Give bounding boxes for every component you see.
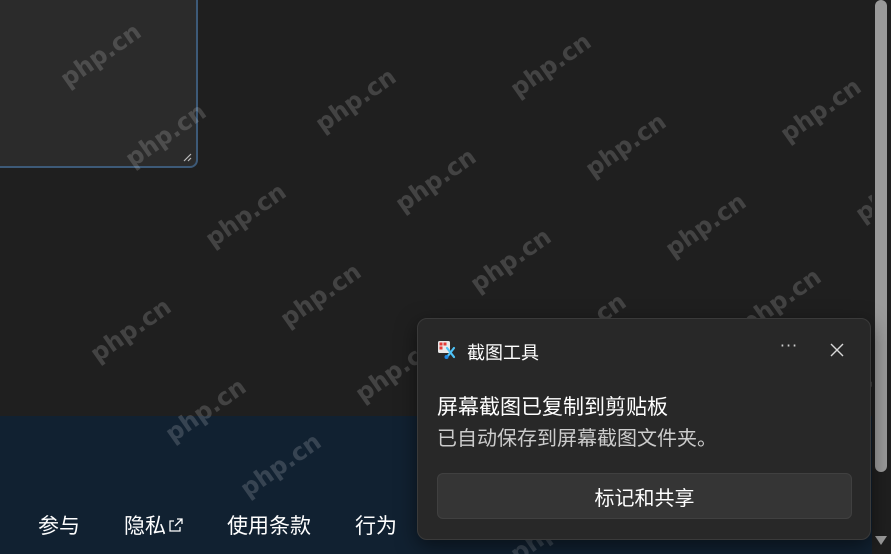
screen: 参与 隐私 使用条款 行为 php.cn php.cn php.cn php.c… (0, 0, 891, 554)
watermark: php.cn (390, 142, 482, 218)
watermark: php.cn (275, 257, 367, 333)
watermark: php.cn (660, 187, 752, 263)
footer-link-terms[interactable]: 使用条款 (227, 510, 311, 540)
footer-link-participate[interactable]: 参与 (38, 510, 80, 540)
more-options-icon[interactable]: ··· (778, 336, 800, 355)
snipping-tool-icon (438, 341, 456, 359)
close-icon[interactable] (830, 343, 844, 357)
watermark: php.cn (310, 62, 402, 138)
markup-and-share-button[interactable]: 标记和共享 (437, 473, 852, 519)
watermark: php.cn (200, 177, 292, 253)
notification-app-name: 截图工具 (467, 343, 539, 364)
scrollbar-thumb[interactable] (875, 0, 887, 472)
footer-link-privacy[interactable]: 隐私 (124, 510, 183, 540)
watermark: php.cn (85, 292, 177, 368)
external-link-icon (169, 518, 183, 532)
footer-link-conduct[interactable]: 行为 (355, 510, 397, 540)
notification-body: 已自动保存到屏幕截图文件夹。 (437, 426, 717, 450)
vertical-scrollbar[interactable] (872, 0, 891, 554)
watermark: php.cn (580, 107, 672, 183)
comment-textarea[interactable] (0, 0, 198, 168)
watermark: php.cn (465, 222, 557, 298)
scroll-down-arrow-icon[interactable] (875, 536, 887, 545)
footer-links: 参与 隐私 使用条款 行为 (38, 510, 441, 540)
watermark: php.cn (775, 72, 867, 148)
notification-title: 屏幕截图已复制到剪贴板 (437, 395, 668, 419)
resize-handle-icon[interactable] (182, 152, 192, 162)
watermark: php.cn (505, 27, 597, 103)
snipping-tool-notification: 截图工具 ··· 屏幕截图已复制到剪贴板 已自动保存到屏幕截图文件夹。 标记和共… (417, 318, 871, 540)
